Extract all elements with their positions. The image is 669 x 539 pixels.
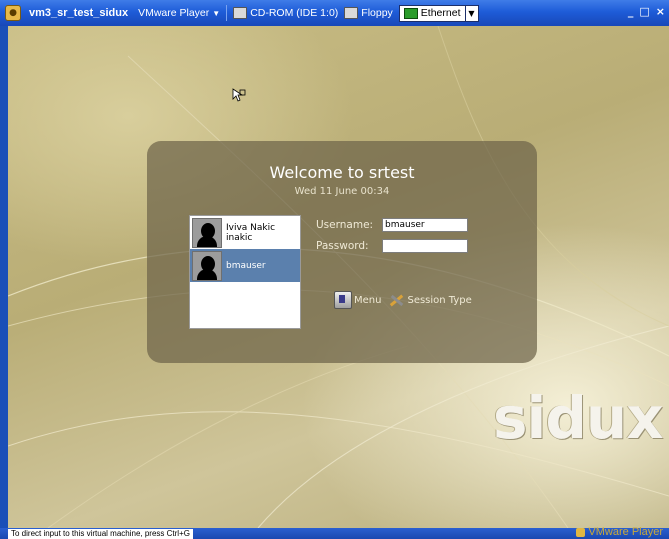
floppy-device[interactable]: Floppy — [344, 7, 393, 19]
username-input[interactable] — [382, 218, 468, 232]
ethernet-label: Ethernet — [420, 7, 461, 19]
user-avatar-icon — [192, 250, 222, 281]
user-list: Iviva Nakic inakic bmauser — [189, 215, 301, 329]
cdrom-icon — [233, 7, 248, 19]
ethernet-device[interactable]: Ethernet — [398, 4, 466, 22]
session-type-label: Session Type — [407, 294, 472, 306]
input-hint: To direct input to this virtual machine,… — [8, 529, 193, 539]
window-controls: _ □ × — [628, 5, 665, 18]
password-input[interactable] — [382, 239, 468, 253]
floppy-label: Floppy — [361, 7, 393, 19]
toolbar-divider — [226, 5, 228, 21]
mouse-cursor-icon — [232, 88, 246, 102]
vmware-statusbar: To direct input to this virtual machine,… — [0, 526, 669, 539]
cdrom-label: CD-ROM (IDE 1:0) — [250, 7, 339, 19]
user-avatar-icon — [192, 217, 222, 248]
network-icon — [403, 7, 418, 19]
menu-label: Menu — [354, 294, 382, 306]
password-label: Password: — [316, 240, 369, 252]
menu-icon — [334, 291, 352, 309]
user-login-name: inakic — [226, 232, 253, 243]
user-item-inakic[interactable]: Iviva Nakic inakic — [190, 216, 300, 249]
cdrom-device[interactable]: CD-ROM (IDE 1:0) — [233, 7, 338, 19]
username-label: Username: — [316, 219, 374, 231]
tools-icon — [387, 292, 405, 308]
user-text: Iviva Nakic inakic — [222, 223, 275, 243]
date-time: Wed 11 June 00:34 — [294, 186, 390, 197]
vmware-logo-icon — [576, 527, 586, 537]
vmware-titlebar: ● vm3_sr_test_sidux VMware Player ▼ CD-R… — [0, 0, 669, 26]
login-actions: Menu Session Type — [334, 291, 472, 309]
vm-name: vm3_sr_test_sidux — [29, 7, 129, 19]
vm-screen[interactable]: Welcome to srtest Wed 11 June 00:34 Iviv… — [8, 26, 669, 528]
login-panel: Welcome to srtest Wed 11 June 00:34 Iviv… — [147, 141, 537, 363]
welcome-heading: Welcome to srtest — [269, 163, 415, 182]
minimize-button[interactable]: _ — [628, 5, 634, 18]
user-full-name: bmauser — [226, 260, 266, 271]
ethernet-dropdown-button[interactable]: ▼ — [465, 4, 479, 22]
vmware-brand-label: VMware Player — [588, 526, 663, 538]
user-full-name: Iviva Nakic — [226, 222, 276, 233]
close-button[interactable]: × — [656, 5, 665, 18]
vmware-brand: VMware Player — [576, 526, 663, 538]
maximize-button[interactable]: □ — [639, 5, 649, 18]
session-type-button[interactable]: Session Type — [387, 292, 471, 308]
floppy-icon — [344, 7, 359, 19]
menu-button[interactable]: Menu — [334, 291, 381, 309]
vmware-player-menu[interactable]: VMware Player ▼ — [138, 7, 220, 19]
vmware-app-icon[interactable]: ● — [5, 5, 21, 21]
user-item-bmauser[interactable]: bmauser — [190, 249, 300, 282]
vm-display-frame: Welcome to srtest Wed 11 June 00:34 Iviv… — [0, 26, 669, 528]
vmware-player-menu-label: VMware Player — [138, 7, 210, 19]
sidux-logo: sidux — [493, 384, 664, 452]
chevron-down-icon: ▼ — [212, 8, 221, 18]
